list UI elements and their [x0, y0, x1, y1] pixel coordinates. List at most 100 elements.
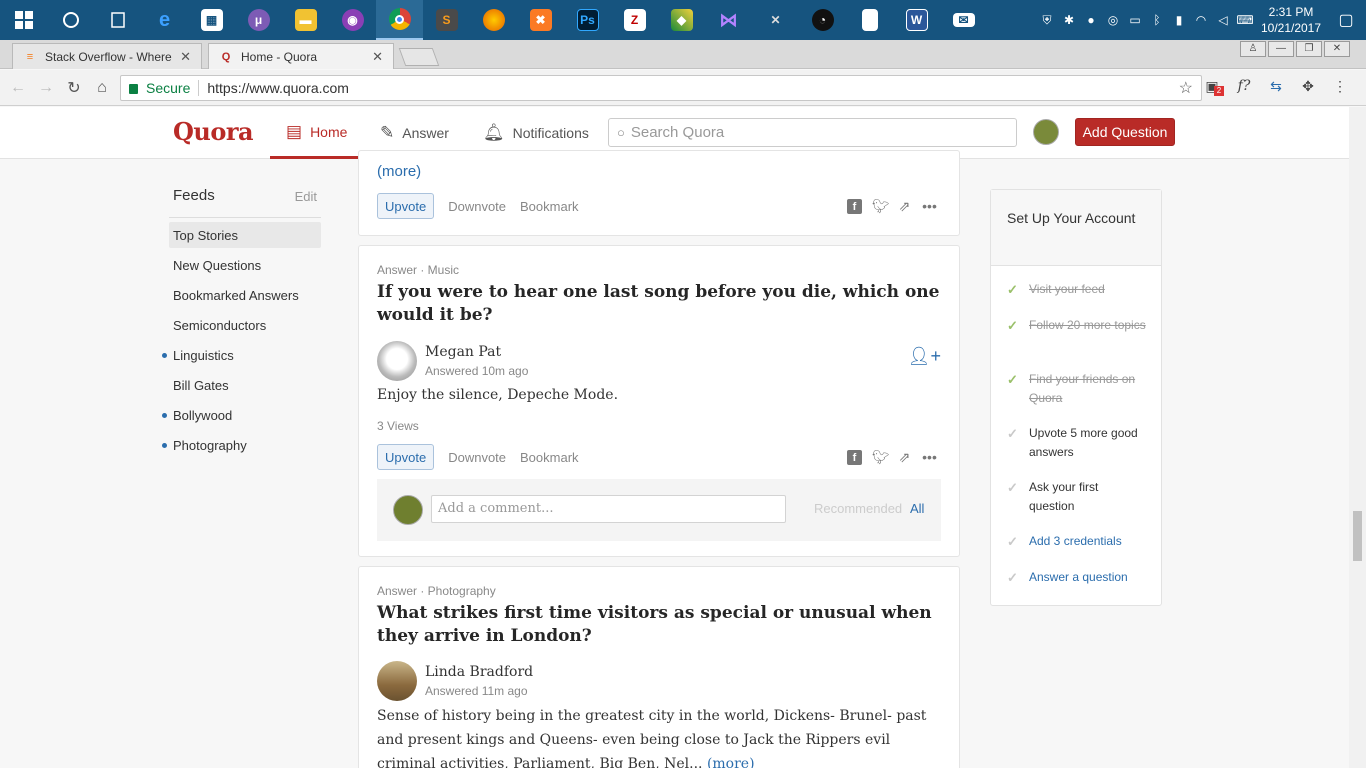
upvote-button[interactable]: Upvote: [377, 444, 435, 470]
clock[interactable]: 2:31 PM 10/21/2017: [1256, 4, 1326, 36]
reload-icon[interactable]: ↻: [60, 78, 88, 98]
mail-icon[interactable]: ✉: [940, 0, 987, 40]
formula-icon[interactable]: f?: [1228, 78, 1260, 95]
setup-item-add-credentials[interactable]: ✓ Add 3 credentials: [1007, 532, 1147, 551]
menu-icon[interactable]: ⋮: [1324, 78, 1356, 95]
setup-item-find-friends[interactable]: ✓ Find your friends on Quora: [1007, 370, 1147, 408]
setup-item-ask-question[interactable]: ✓ Ask your first question: [1007, 478, 1147, 516]
twitter-icon[interactable]: 🐦︎: [872, 449, 890, 466]
app-icon[interactable]: ◉: [329, 0, 376, 40]
question-title[interactable]: If you were to hear one last song before…: [377, 281, 947, 327]
more-link[interactable]: (more): [707, 756, 755, 768]
setup-item-answer-question[interactable]: ✓ Answer a question: [1007, 568, 1147, 587]
share-icon[interactable]: ⇗: [897, 198, 912, 215]
drop-icon[interactable]: ●: [1080, 13, 1102, 27]
feed-item-photography[interactable]: Photography: [162, 432, 321, 458]
downvote-button[interactable]: Downvote: [448, 199, 506, 214]
app-tray-icon[interactable]: ◎: [1102, 13, 1124, 27]
share-icon[interactable]: ⇗: [897, 449, 912, 466]
battery-icon[interactable]: ▮: [1168, 13, 1190, 27]
feed-item-linguistics[interactable]: Linguistics: [162, 342, 321, 368]
extension-icon[interactable]: ▣ 2: [1196, 78, 1228, 96]
search-input[interactable]: ○ Search Quora: [608, 118, 1017, 147]
display-icon[interactable]: ▭: [1124, 13, 1146, 27]
question-title[interactable]: What strikes first time visitors as spec…: [377, 602, 947, 648]
bookmark-button[interactable]: Bookmark: [520, 199, 579, 214]
setup-item-upvote[interactable]: ✓ Upvote 5 more good answers: [1007, 424, 1147, 462]
quora-logo[interactable]: Quora: [173, 117, 254, 146]
notepad-icon[interactable]: [846, 0, 893, 40]
twitter-icon[interactable]: 🐦︎: [872, 198, 890, 215]
downvote-button[interactable]: Downvote: [448, 450, 506, 465]
page-scrollbar[interactable]: [1349, 107, 1366, 768]
author-avatar[interactable]: [377, 661, 417, 701]
move-icon[interactable]: ✥: [1292, 78, 1324, 95]
author-avatar[interactable]: [377, 341, 417, 381]
filezilla-icon[interactable]: Z: [611, 0, 658, 40]
more-options-icon[interactable]: •••: [922, 198, 937, 214]
feed-item-top-stories[interactable]: Top Stories: [169, 222, 321, 248]
tab-stackoverflow[interactable]: ≡ Stack Overflow - Where D ✕: [12, 43, 202, 69]
secure-indicator[interactable]: Secure: [121, 80, 190, 96]
author-name[interactable]: Megan Pat: [425, 344, 528, 360]
setup-item-follow-topics[interactable]: ✓ Follow 20 more topics: [1007, 316, 1147, 335]
answer-time[interactable]: Answered 10m ago: [425, 364, 528, 378]
action-center-icon[interactable]: ▢: [1326, 10, 1366, 30]
photoshop-icon[interactable]: Ps: [564, 0, 611, 40]
feed-item-semiconductors[interactable]: Semiconductors: [169, 312, 321, 338]
feeds-edit-link[interactable]: Edit: [295, 187, 317, 217]
app-icon[interactable]: ◆: [658, 0, 705, 40]
file-explorer-icon[interactable]: ▬: [282, 0, 329, 40]
store-icon[interactable]: ▦: [188, 0, 235, 40]
scrollbar-thumb[interactable]: [1353, 511, 1362, 561]
nav-home[interactable]: ▤ Home: [270, 107, 363, 159]
minimize-icon[interactable]: —: [1268, 41, 1294, 57]
new-tab-button[interactable]: [398, 48, 440, 66]
chrome-icon[interactable]: [376, 0, 423, 40]
shield-icon[interactable]: ⛨: [1036, 13, 1058, 28]
cortana-icon[interactable]: [47, 0, 94, 40]
wifi-icon[interactable]: ◠: [1190, 13, 1212, 27]
comment-input[interactable]: Add a comment...: [431, 495, 786, 523]
bookmark-star-icon[interactable]: ☆: [1179, 78, 1193, 98]
author-name[interactable]: Linda Bradford: [425, 664, 533, 680]
user-avatar[interactable]: [1033, 119, 1059, 145]
task-view-icon[interactable]: [94, 0, 141, 40]
setup-item-visit-feed[interactable]: ✓ Visit your feed: [1007, 280, 1147, 299]
close-window-icon[interactable]: ✕: [1324, 41, 1350, 57]
back-icon[interactable]: ←: [4, 79, 32, 97]
address-bar[interactable]: Secure https://www.quora.com ☆: [120, 75, 1202, 101]
xampp-icon[interactable]: ✖: [517, 0, 564, 40]
feed-item-bill-gates[interactable]: Bill Gates: [169, 372, 321, 398]
forward-icon[interactable]: →: [32, 79, 60, 97]
speedometer-icon[interactable]: ◔: [799, 0, 846, 40]
recommended-filter[interactable]: Recommended: [814, 501, 902, 516]
sync-icon[interactable]: ⇆: [1260, 78, 1292, 95]
more-link[interactable]: (more): [377, 163, 421, 180]
add-question-button[interactable]: Add Question: [1075, 118, 1175, 146]
bittorrent-icon[interactable]: μ: [235, 0, 282, 40]
answer-topic-meta[interactable]: Answer · Photography: [377, 584, 496, 598]
facebook-icon[interactable]: f: [847, 449, 862, 465]
tool-icon[interactable]: ✕: [752, 0, 799, 40]
all-comments-filter[interactable]: All: [910, 501, 924, 516]
home-icon[interactable]: ⌂: [88, 79, 116, 97]
windows-start-icon[interactable]: [0, 0, 47, 40]
bookmark-button[interactable]: Bookmark: [520, 450, 579, 465]
word-icon[interactable]: W: [893, 0, 940, 40]
visual-studio-icon[interactable]: ⋈: [705, 0, 752, 40]
keyboard-icon[interactable]: ⌨: [1234, 13, 1256, 27]
edge-icon[interactable]: e: [141, 0, 188, 40]
bluetooth-icon[interactable]: ᛒ: [1146, 13, 1168, 27]
close-icon[interactable]: ✕: [372, 49, 383, 65]
restore-icon[interactable]: ❐: [1296, 41, 1322, 57]
answer-topic-meta[interactable]: Answer · Music: [377, 263, 459, 277]
facebook-icon[interactable]: f: [847, 198, 862, 214]
app-tray-icon[interactable]: ✱: [1058, 13, 1080, 27]
answer-time[interactable]: Answered 11m ago: [425, 684, 533, 698]
feed-item-bollywood[interactable]: Bollywood: [162, 402, 321, 428]
firefox-icon[interactable]: [470, 0, 517, 40]
upvote-button[interactable]: Upvote: [377, 193, 435, 219]
feed-item-new-questions[interactable]: New Questions: [169, 252, 321, 278]
sublime-icon[interactable]: S: [423, 0, 470, 40]
